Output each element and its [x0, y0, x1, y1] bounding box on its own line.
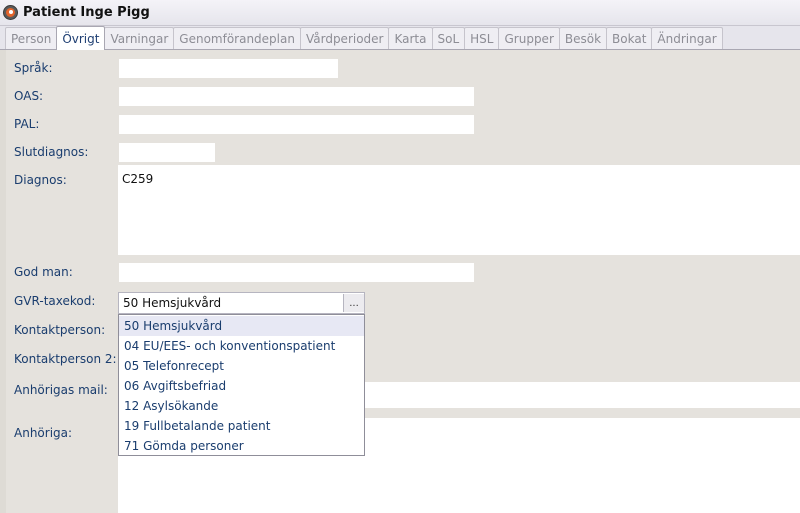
- tab-karta[interactable]: Karta: [388, 27, 433, 49]
- window-title: Patient Inge Pigg: [23, 5, 150, 20]
- window-titlebar: Patient Inge Pigg: [0, 0, 800, 26]
- slutdiagnos-label: Slutdiagnos:: [14, 145, 89, 159]
- pal-field[interactable]: [119, 115, 474, 134]
- sprak-field[interactable]: [119, 59, 338, 78]
- dropdown-option[interactable]: 12 Asylsökande: [119, 396, 364, 416]
- form-area: Språk: OAS: PAL: Slutdiagnos: Diagnos: C…: [0, 50, 800, 513]
- form-panel-left: [6, 165, 118, 513]
- sprak-label: Språk:: [14, 61, 53, 75]
- tab-hsl[interactable]: HSL: [464, 27, 500, 49]
- diagnos-textarea[interactable]: C259: [118, 170, 800, 255]
- tab-sol[interactable]: SoL: [431, 27, 466, 49]
- dropdown-option[interactable]: 04 EU/EES- och konventionspatient: [119, 336, 364, 356]
- pal-label: PAL:: [14, 117, 40, 131]
- oas-label: OAS:: [14, 89, 44, 103]
- gvr-taxekod-value: 50 Hemsjukvård: [123, 296, 222, 310]
- tab-person[interactable]: Person: [5, 27, 58, 49]
- dropdown-option[interactable]: 19 Fullbetalande patient: [119, 416, 364, 436]
- tab-genomforandeplan[interactable]: Genomförandeplan: [173, 27, 301, 49]
- tab-ovrigt[interactable]: Övrigt: [56, 26, 106, 50]
- tab-grupper[interactable]: Grupper: [498, 27, 560, 49]
- gvr-taxekod-browse-button[interactable]: ...: [343, 294, 364, 312]
- kontaktperson-label: Kontaktperson:: [14, 323, 106, 337]
- app-logo-icon: [3, 5, 18, 20]
- tab-bokat[interactable]: Bokat: [606, 27, 653, 49]
- god-man-label: God man:: [14, 265, 73, 279]
- tab-besok[interactable]: Besök: [558, 27, 608, 49]
- dropdown-option[interactable]: 50 Hemsjukvård: [119, 316, 364, 336]
- tab-andringar[interactable]: Ändringar: [651, 27, 723, 49]
- diagnos-label: Diagnos:: [14, 173, 67, 187]
- anhoriga-label: Anhöriga:: [14, 426, 73, 440]
- kontaktperson2-label: Kontaktperson 2:: [14, 352, 117, 366]
- dropdown-option[interactable]: 71 Gömda personer: [119, 436, 364, 456]
- god-man-field[interactable]: [119, 263, 474, 282]
- gvr-taxekod-combobox[interactable]: 50 Hemsjukvård ...: [118, 292, 365, 314]
- gvr-taxekod-label: GVR-taxekod:: [14, 294, 96, 308]
- dropdown-option[interactable]: 06 Avgiftsbefriad: [119, 376, 364, 396]
- gvr-taxekod-dropdown-list: 50 Hemsjukvård 04 EU/EES- och konvention…: [118, 314, 365, 456]
- tab-varningar[interactable]: Varningar: [104, 27, 175, 49]
- tab-bar: Person Övrigt Varningar Genomförandeplan…: [0, 26, 800, 50]
- anhorigas-mail-label: Anhörigas mail:: [14, 383, 108, 397]
- tab-vardperioder[interactable]: Vårdperioder: [299, 27, 390, 49]
- slutdiagnos-field[interactable]: [119, 143, 215, 162]
- dropdown-option[interactable]: 05 Telefonrecept: [119, 356, 364, 376]
- oas-field[interactable]: [119, 87, 474, 106]
